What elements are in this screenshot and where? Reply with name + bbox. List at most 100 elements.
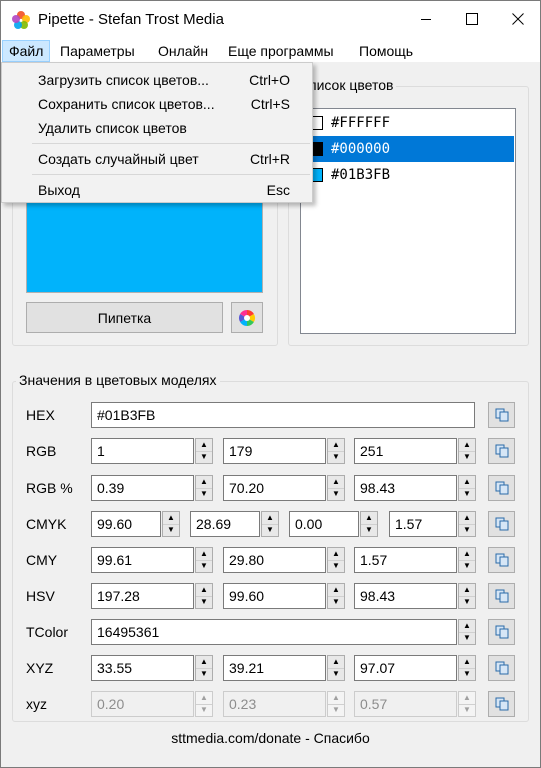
rgb-percent-label: RGB %	[26, 480, 73, 496]
cmyk-y-spinner[interactable]: ▲ ▼	[360, 511, 378, 537]
list-item[interactable]: #FFFFFF	[302, 110, 514, 136]
copy-cmy-button[interactable]	[488, 547, 515, 573]
hsv-v-spinner[interactable]: ▲ ▼	[458, 583, 476, 609]
maximize-button[interactable]	[449, 0, 495, 38]
cmyk-label: CMYK	[26, 516, 67, 532]
copy-icon	[495, 481, 508, 495]
menu-item-delete-color-list[interactable]: Удалить список цветов	[2, 116, 312, 140]
maximize-icon	[466, 13, 478, 25]
cmy-c-spinner[interactable]: ▲ ▼	[195, 547, 213, 573]
menu-online[interactable]: Онлайн	[152, 40, 214, 62]
menu-item-save-color-list[interactable]: Сохранить список цветов... Ctrl+S	[2, 92, 312, 116]
close-icon	[512, 13, 524, 25]
cmy-y-spinner[interactable]: ▲ ▼	[458, 547, 476, 573]
menu-item-random-color[interactable]: Создать случайный цвет Ctrl+R	[2, 147, 312, 171]
hsv-h-field[interactable]: 197.28	[91, 583, 194, 609]
copy-icon	[495, 625, 508, 639]
donate-link[interactable]: sttmedia.com/donate - Спасибо	[0, 730, 541, 746]
hex-label: HEX	[26, 407, 55, 423]
hsv-s-spinner[interactable]: ▲ ▼	[327, 583, 345, 609]
copy-rgb-percent-button[interactable]	[488, 475, 515, 501]
menu-item-label: Создать случайный цвет	[38, 151, 199, 167]
list-item-label: #FFFFFF	[331, 115, 391, 131]
window-title: Pipette - Stefan Trost Media	[38, 11, 224, 28]
copy-hsv-button[interactable]	[488, 583, 515, 609]
rgb-g-field[interactable]: 179	[223, 438, 326, 464]
menu-item-label: Удалить список цветов	[38, 120, 187, 136]
color-list[interactable]: #FFFFFF #000000 #01B3FB	[300, 108, 516, 334]
hsv-s-field[interactable]: 99.60	[223, 583, 326, 609]
xyz-y-spinner[interactable]: ▲ ▼	[327, 655, 345, 681]
cmyk-y-field[interactable]: 0.00	[289, 511, 359, 537]
list-item[interactable]: #01B3FB	[302, 162, 514, 188]
menu-settings[interactable]: Параметры	[54, 40, 141, 62]
hsv-v-field[interactable]: 98.43	[354, 583, 457, 609]
tcolor-spinner[interactable]: ▲ ▼	[458, 619, 476, 645]
copy-hex-button[interactable]	[488, 402, 515, 428]
menu-item-label: Выход	[38, 182, 80, 198]
cmy-y-field[interactable]: 1.57	[354, 547, 457, 573]
xyz-lower-z-spinner: ▲ ▼	[458, 691, 476, 717]
xyz-y-field[interactable]: 39.21	[223, 655, 326, 681]
xyz-z-field[interactable]: 97.07	[354, 655, 457, 681]
list-item[interactable]: #000000	[302, 136, 514, 162]
cmy-c-field[interactable]: 99.61	[91, 547, 194, 573]
cmyk-c-field[interactable]: 99.60	[91, 511, 161, 537]
menu-item-shortcut: Esc	[266, 182, 290, 198]
menu-item-shortcut: Ctrl+O	[249, 72, 290, 88]
xyz-x-field[interactable]: 33.55	[91, 655, 194, 681]
close-button[interactable]	[495, 0, 541, 38]
rgb-r-field[interactable]: 1	[91, 438, 194, 464]
cmyk-k-field[interactable]: 1.57	[389, 511, 457, 537]
cmy-m-field[interactable]: 29.80	[223, 547, 326, 573]
cmyk-c-spinner[interactable]: ▲ ▼	[162, 511, 180, 537]
minimize-icon	[421, 19, 431, 20]
menu-item-shortcut: Ctrl+S	[250, 96, 290, 112]
rgb-r-spinner[interactable]: ▲ ▼	[195, 438, 213, 464]
file-menu-dropdown: Загрузить список цветов... Ctrl+O Сохран…	[1, 62, 313, 203]
rgb-percent-b-field[interactable]: 98.43	[354, 475, 457, 501]
copy-cmyk-button[interactable]	[488, 511, 515, 537]
menu-item-load-color-list[interactable]: Загрузить список цветов... Ctrl+O	[2, 68, 312, 92]
cmy-m-spinner[interactable]: ▲ ▼	[327, 547, 345, 573]
copy-icon	[495, 589, 508, 603]
color-models-title: Значения в цветовых моделях	[16, 372, 220, 388]
menu-separator	[32, 174, 310, 175]
xyz-z-spinner[interactable]: ▲ ▼	[458, 655, 476, 681]
list-item-label: #01B3FB	[331, 167, 391, 183]
pipette-button[interactable]: Пипетка	[26, 302, 223, 333]
rgb-percent-r-spinner[interactable]: ▲ ▼	[195, 475, 213, 501]
xyz-lower-x-spinner: ▲ ▼	[195, 691, 213, 717]
copy-xyz-button[interactable]	[488, 655, 515, 681]
rgb-percent-r-field[interactable]: 0.39	[91, 475, 194, 501]
copy-rgb-button[interactable]	[488, 438, 515, 464]
tcolor-field[interactable]: 16495361	[91, 619, 457, 645]
rgb-b-spinner[interactable]: ▲ ▼	[458, 438, 476, 464]
color-wheel-button[interactable]	[231, 302, 263, 333]
rgb-percent-g-spinner[interactable]: ▲ ▼	[327, 475, 345, 501]
xyz-lower-x-field: 0.20	[91, 691, 194, 717]
rgb-percent-g-field[interactable]: 70.20	[223, 475, 326, 501]
hsv-h-spinner[interactable]: ▲ ▼	[195, 583, 213, 609]
rgb-g-spinner[interactable]: ▲ ▼	[327, 438, 345, 464]
copy-tcolor-button[interactable]	[488, 619, 515, 645]
menu-item-exit[interactable]: Выход Esc	[2, 178, 312, 202]
menu-more-programs[interactable]: Еще программы	[222, 40, 340, 62]
menu-file[interactable]: Файл	[2, 40, 51, 62]
cmyk-m-field[interactable]: 28.69	[190, 511, 260, 537]
color-list-title: писок цветов	[306, 77, 397, 93]
xyz-label: XYZ	[26, 660, 54, 676]
xyz-lower-z-field: 0.57	[354, 691, 457, 717]
rgb-percent-b-spinner[interactable]: ▲ ▼	[458, 475, 476, 501]
rgb-b-field[interactable]: 251	[354, 438, 457, 464]
cmyk-k-spinner[interactable]: ▲ ▼	[458, 511, 476, 537]
hsv-label: HSV	[26, 588, 55, 604]
minimize-button[interactable]	[403, 0, 449, 38]
cmyk-m-spinner[interactable]: ▲ ▼	[261, 511, 279, 537]
hex-field[interactable]: #01B3FB	[91, 402, 475, 428]
menu-item-label: Загрузить список цветов...	[38, 72, 209, 88]
menu-help[interactable]: Помощь	[353, 40, 419, 62]
xyz-x-spinner[interactable]: ▲ ▼	[195, 655, 213, 681]
copy-xyz-lower-button[interactable]	[488, 691, 515, 717]
color-wheel-icon	[239, 309, 255, 326]
